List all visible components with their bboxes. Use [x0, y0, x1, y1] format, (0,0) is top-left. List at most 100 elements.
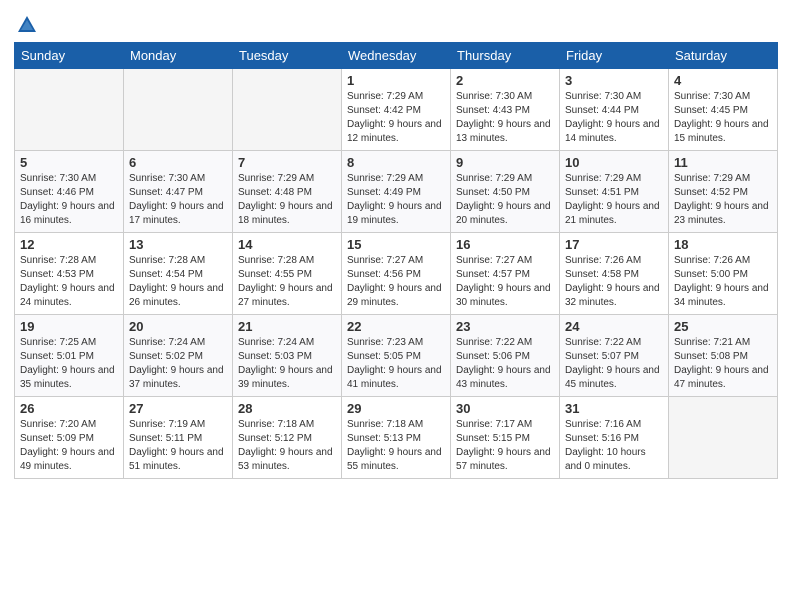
- day-number: 22: [347, 319, 445, 334]
- cell-info: Sunrise: 7:23 AMSunset: 5:05 PMDaylight:…: [347, 337, 442, 390]
- calendar-cell: 22 Sunrise: 7:23 AMSunset: 5:05 PMDayligh…: [342, 315, 451, 397]
- day-number: 1: [347, 73, 445, 88]
- weekday-friday: Friday: [560, 43, 669, 69]
- day-number: 10: [565, 155, 663, 170]
- calendar-cell: 9 Sunrise: 7:29 AMSunset: 4:50 PMDaylight…: [451, 151, 560, 233]
- cell-info: Sunrise: 7:29 AMSunset: 4:42 PMDaylight:…: [347, 91, 442, 144]
- day-number: 16: [456, 237, 554, 252]
- cell-info: Sunrise: 7:22 AMSunset: 5:06 PMDaylight:…: [456, 337, 551, 390]
- calendar-cell: 26 Sunrise: 7:20 AMSunset: 5:09 PMDayligh…: [15, 397, 124, 479]
- calendar-cell: 10 Sunrise: 7:29 AMSunset: 4:51 PMDayligh…: [560, 151, 669, 233]
- cell-info: Sunrise: 7:30 AMSunset: 4:45 PMDaylight:…: [674, 91, 769, 144]
- day-number: 9: [456, 155, 554, 170]
- cell-info: Sunrise: 7:26 AMSunset: 4:58 PMDaylight:…: [565, 255, 660, 308]
- day-number: 21: [238, 319, 336, 334]
- calendar-cell: 3 Sunrise: 7:30 AMSunset: 4:44 PMDaylight…: [560, 69, 669, 151]
- weekday-wednesday: Wednesday: [342, 43, 451, 69]
- calendar-cell: 15 Sunrise: 7:27 AMSunset: 4:56 PMDayligh…: [342, 233, 451, 315]
- week-row-4: 19 Sunrise: 7:25 AMSunset: 5:01 PMDayligh…: [15, 315, 778, 397]
- calendar-cell: 16 Sunrise: 7:27 AMSunset: 4:57 PMDayligh…: [451, 233, 560, 315]
- cell-info: Sunrise: 7:30 AMSunset: 4:47 PMDaylight:…: [129, 173, 224, 226]
- calendar-cell: 23Sunrise: 7:22 AMSunset: 5:06 PMDayligh…: [451, 315, 560, 397]
- day-number: 17: [565, 237, 663, 252]
- day-number: 31: [565, 401, 663, 416]
- day-number: 6: [129, 155, 227, 170]
- day-number: 27: [129, 401, 227, 416]
- calendar-cell: 6 Sunrise: 7:30 AMSunset: 4:47 PMDaylight…: [124, 151, 233, 233]
- calendar-cell: 20 Sunrise: 7:24 AMSunset: 5:02 PMDayligh…: [124, 315, 233, 397]
- cell-info: Sunrise: 7:21 AMSunset: 5:08 PMDaylight:…: [674, 337, 769, 390]
- weekday-header-row: SundayMondayTuesdayWednesdayThursdayFrid…: [15, 43, 778, 69]
- calendar-cell: 27 Sunrise: 7:19 AMSunset: 5:11 PMDayligh…: [124, 397, 233, 479]
- calendar-cell: 17 Sunrise: 7:26 AMSunset: 4:58 PMDayligh…: [560, 233, 669, 315]
- cell-info: Sunrise: 7:29 AMSunset: 4:48 PMDaylight:…: [238, 173, 333, 226]
- cell-info: Sunrise: 7:25 AMSunset: 5:01 PMDaylight:…: [20, 337, 115, 390]
- calendar-table: SundayMondayTuesdayWednesdayThursdayFrid…: [14, 42, 778, 479]
- calendar-container: SundayMondayTuesdayWednesdayThursdayFrid…: [0, 0, 792, 489]
- day-number: 24: [565, 319, 663, 334]
- cell-info: Sunrise: 7:20 AMSunset: 5:09 PMDaylight:…: [20, 419, 115, 472]
- calendar-cell: 31 Sunrise: 7:16 AMSunset: 5:16 PMDayligh…: [560, 397, 669, 479]
- calendar-cell: 4Sunrise: 7:30 AMSunset: 4:45 PMDaylight…: [669, 69, 778, 151]
- calendar-cell: [669, 397, 778, 479]
- logo-icon: [16, 14, 38, 36]
- day-number: 20: [129, 319, 227, 334]
- calendar-cell: 24 Sunrise: 7:22 AMSunset: 5:07 PMDayligh…: [560, 315, 669, 397]
- calendar-cell: 1 Sunrise: 7:29 AMSunset: 4:42 PMDaylight…: [342, 69, 451, 151]
- cell-info: Sunrise: 7:24 AMSunset: 5:02 PMDaylight:…: [129, 337, 224, 390]
- day-number: 12: [20, 237, 118, 252]
- logo: [14, 14, 38, 36]
- calendar-cell: 2 Sunrise: 7:30 AMSunset: 4:43 PMDaylight…: [451, 69, 560, 151]
- calendar-cell: 13 Sunrise: 7:28 AMSunset: 4:54 PMDayligh…: [124, 233, 233, 315]
- day-number: 30: [456, 401, 554, 416]
- weekday-saturday: Saturday: [669, 43, 778, 69]
- cell-info: Sunrise: 7:26 AMSunset: 5:00 PMDaylight:…: [674, 255, 769, 308]
- calendar-cell: 5Sunrise: 7:30 AMSunset: 4:46 PMDaylight…: [15, 151, 124, 233]
- day-number: 15: [347, 237, 445, 252]
- cell-info: Sunrise: 7:24 AMSunset: 5:03 PMDaylight:…: [238, 337, 333, 390]
- weekday-sunday: Sunday: [15, 43, 124, 69]
- day-number: 8: [347, 155, 445, 170]
- week-row-2: 5Sunrise: 7:30 AMSunset: 4:46 PMDaylight…: [15, 151, 778, 233]
- week-row-3: 12 Sunrise: 7:28 AMSunset: 4:53 PMDayligh…: [15, 233, 778, 315]
- cell-info: Sunrise: 7:27 AMSunset: 4:57 PMDaylight:…: [456, 255, 551, 308]
- day-number: 18: [674, 237, 772, 252]
- cell-info: Sunrise: 7:29 AMSunset: 4:49 PMDaylight:…: [347, 173, 442, 226]
- day-number: 11: [674, 155, 772, 170]
- day-number: 19: [20, 319, 118, 334]
- cell-info: Sunrise: 7:30 AMSunset: 4:44 PMDaylight:…: [565, 91, 660, 144]
- week-row-1: 1 Sunrise: 7:29 AMSunset: 4:42 PMDaylight…: [15, 69, 778, 151]
- day-number: 25: [674, 319, 772, 334]
- day-number: 26: [20, 401, 118, 416]
- cell-info: Sunrise: 7:29 AMSunset: 4:52 PMDaylight:…: [674, 173, 769, 226]
- cell-info: Sunrise: 7:27 AMSunset: 4:56 PMDaylight:…: [347, 255, 442, 308]
- header: [14, 10, 778, 36]
- calendar-cell: 25 Sunrise: 7:21 AMSunset: 5:08 PMDayligh…: [669, 315, 778, 397]
- day-number: 28: [238, 401, 336, 416]
- calendar-cell: 14Sunrise: 7:28 AMSunset: 4:55 PMDayligh…: [233, 233, 342, 315]
- day-number: 29: [347, 401, 445, 416]
- cell-info: Sunrise: 7:22 AMSunset: 5:07 PMDaylight:…: [565, 337, 660, 390]
- cell-info: Sunrise: 7:19 AMSunset: 5:11 PMDaylight:…: [129, 419, 224, 472]
- day-number: 13: [129, 237, 227, 252]
- calendar-cell: 12 Sunrise: 7:28 AMSunset: 4:53 PMDayligh…: [15, 233, 124, 315]
- weekday-tuesday: Tuesday: [233, 43, 342, 69]
- calendar-cell: 21 Sunrise: 7:24 AMSunset: 5:03 PMDayligh…: [233, 315, 342, 397]
- day-number: 2: [456, 73, 554, 88]
- week-row-5: 26 Sunrise: 7:20 AMSunset: 5:09 PMDayligh…: [15, 397, 778, 479]
- cell-info: Sunrise: 7:18 AMSunset: 5:12 PMDaylight:…: [238, 419, 333, 472]
- calendar-cell: 28 Sunrise: 7:18 AMSunset: 5:12 PMDayligh…: [233, 397, 342, 479]
- cell-info: Sunrise: 7:28 AMSunset: 4:53 PMDaylight:…: [20, 255, 115, 308]
- weekday-thursday: Thursday: [451, 43, 560, 69]
- calendar-cell: 7Sunrise: 7:29 AMSunset: 4:48 PMDaylight…: [233, 151, 342, 233]
- cell-info: Sunrise: 7:29 AMSunset: 4:51 PMDaylight:…: [565, 173, 660, 226]
- day-number: 3: [565, 73, 663, 88]
- calendar-cell: 19 Sunrise: 7:25 AMSunset: 5:01 PMDayligh…: [15, 315, 124, 397]
- cell-info: Sunrise: 7:29 AMSunset: 4:50 PMDaylight:…: [456, 173, 551, 226]
- cell-info: Sunrise: 7:30 AMSunset: 4:43 PMDaylight:…: [456, 91, 551, 144]
- calendar-cell: [15, 69, 124, 151]
- day-number: 14: [238, 237, 336, 252]
- cell-info: Sunrise: 7:28 AMSunset: 4:54 PMDaylight:…: [129, 255, 224, 308]
- calendar-cell: 8 Sunrise: 7:29 AMSunset: 4:49 PMDaylight…: [342, 151, 451, 233]
- cell-info: Sunrise: 7:16 AMSunset: 5:16 PMDaylight:…: [565, 419, 646, 472]
